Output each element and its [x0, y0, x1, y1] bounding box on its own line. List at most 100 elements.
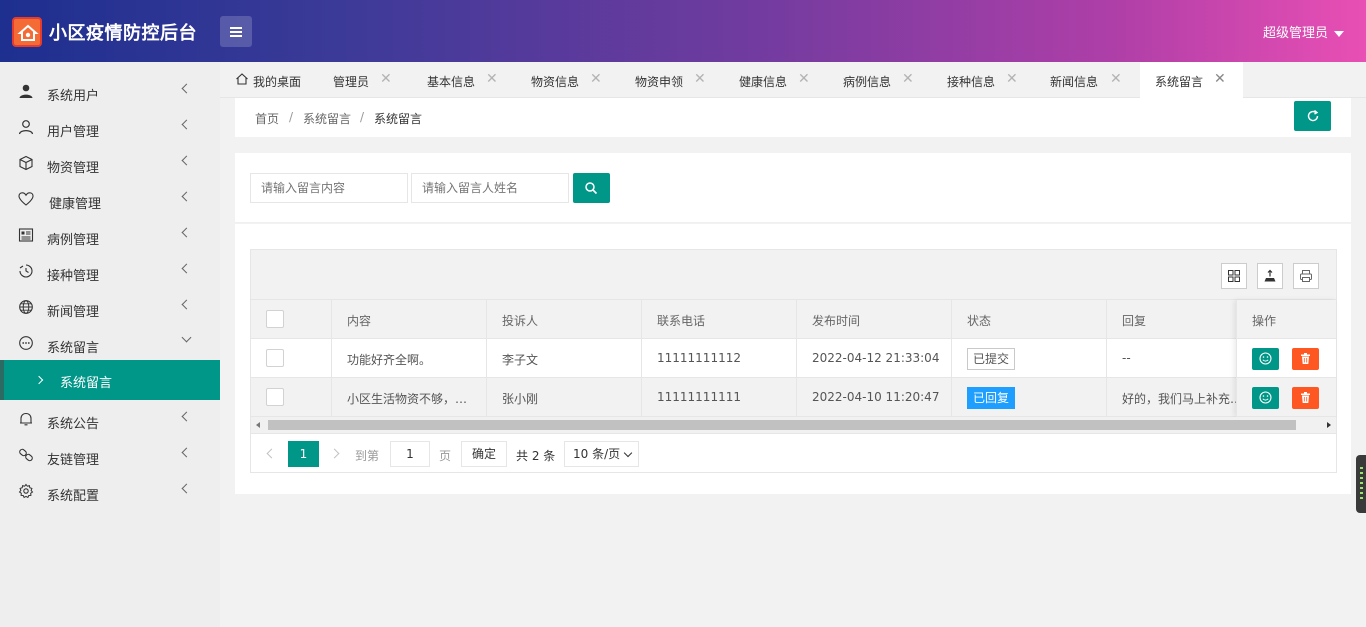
header-label: 操作 [1252, 314, 1277, 328]
print-button[interactable] [1293, 263, 1319, 289]
next-page-icon[interactable] [329, 448, 340, 459]
column-filter-button[interactable] [1221, 263, 1247, 289]
sidebar-item-vaccination[interactable]: 接种管理 [0, 252, 220, 288]
reply-button[interactable] [1252, 387, 1279, 409]
tab-basic-info[interactable]: 基本信息 ✕ [412, 62, 516, 98]
tab-messages[interactable]: 系统留言 ✕ [1140, 62, 1243, 98]
sidebar-item-cases[interactable]: 病例管理 [0, 216, 220, 252]
select-all-checkbox[interactable] [266, 310, 284, 328]
header-cell: 投诉人 [487, 300, 642, 339]
smile-icon [1259, 391, 1272, 404]
operation-cell [1236, 339, 1336, 378]
cell-text: 小区生活物资不够，… [347, 392, 468, 406]
reply-cell: -- [1107, 339, 1236, 378]
sidebar-item-announcements[interactable]: 系统公告 [0, 400, 220, 436]
close-icon[interactable]: ✕ [1006, 72, 1018, 86]
reply-button[interactable] [1252, 348, 1279, 370]
search-button[interactable] [573, 173, 610, 203]
side-widget[interactable] [1356, 455, 1366, 513]
tab-admin[interactable]: 管理员 ✕ [318, 62, 422, 98]
close-icon[interactable]: ✕ [486, 72, 498, 86]
prev-page-icon[interactable] [266, 448, 277, 459]
columns-icon [1228, 270, 1240, 282]
sidebar-item-links[interactable]: 友链管理 [0, 436, 220, 472]
page-number-input[interactable]: 1 [390, 441, 430, 467]
page-size-select[interactable]: 10 条/页 [564, 441, 639, 467]
confirm-page-button[interactable]: 确定 [461, 441, 507, 467]
sidebar-item-messages[interactable]: 系统留言 [0, 324, 220, 360]
delete-button[interactable] [1292, 348, 1319, 370]
breadcrumb-section[interactable]: 系统留言 [303, 110, 351, 127]
header-cell: 内容 [332, 300, 487, 339]
content-cell: 功能好齐全啊。 [332, 339, 487, 378]
cell-text: 2022-04-10 11:20:47 [812, 390, 940, 404]
tab-label: 基本信息 [427, 75, 476, 89]
header-label: 回复 [1122, 314, 1147, 328]
house-logo-icon [12, 17, 42, 47]
tab-bar: 我的桌面 管理员 ✕ 基本信息 ✕ 物资信息 ✕ 物资申领 ✕ 健康信息 ✕ 病… [220, 62, 1366, 98]
breadcrumb-home[interactable]: 首页 [255, 110, 279, 127]
sidebar-item-system-users[interactable]: 系统用户 [0, 72, 220, 108]
export-button[interactable] [1257, 263, 1283, 289]
sidebar-item-label: 用户管理 [47, 125, 100, 140]
tab-health-info[interactable]: 健康信息 ✕ [724, 62, 828, 98]
app-title: 小区疫情防控后台 [49, 23, 197, 44]
goto-label: 到第 [355, 449, 380, 463]
chevron-left-icon [181, 411, 192, 422]
chevron-left-icon [181, 263, 192, 274]
header-label: 状态 [967, 314, 992, 328]
content-cell: 小区生活物资不够，… [332, 378, 487, 417]
close-icon[interactable]: ✕ [902, 72, 914, 86]
horizontal-scrollbar[interactable] [251, 417, 1336, 433]
tab-material-apply[interactable]: 物资申领 ✕ [620, 62, 724, 98]
status-badge: 已回复 [967, 387, 1016, 409]
chevron-left-icon [181, 483, 192, 494]
sidebar-subitem-messages[interactable]: 系统留言 [0, 360, 220, 400]
chevron-left-icon [181, 447, 192, 458]
cell-text: 张小刚 [502, 392, 539, 406]
tab-news-info[interactable]: 新闻信息 ✕ [1036, 62, 1140, 98]
trash-icon [1301, 392, 1310, 403]
close-icon[interactable]: ✕ [1214, 72, 1226, 86]
user-menu[interactable]: 超级管理员 [1263, 22, 1344, 41]
complainant-cell: 张小刚 [487, 378, 642, 417]
close-icon[interactable]: ✕ [798, 72, 810, 86]
sidebar-item-label: 接种管理 [47, 269, 100, 284]
table-card: 内容 投诉人 联系电话 发布时间 状态 回复 功能好齐全啊。 李子文 11111… [235, 224, 1351, 494]
scroll-right-icon[interactable] [1327, 422, 1331, 428]
name-search-input[interactable] [411, 173, 569, 203]
row-checkbox[interactable] [266, 388, 284, 406]
phone-cell: 11111111111 [642, 378, 797, 417]
scroll-left-icon[interactable] [256, 422, 260, 428]
close-icon[interactable]: ✕ [694, 72, 706, 86]
chevron-left-icon [181, 299, 192, 310]
header-label: 投诉人 [502, 314, 539, 328]
refresh-button[interactable] [1294, 101, 1331, 131]
scrollbar-thumb[interactable] [268, 420, 1296, 430]
sidebar-item-settings[interactable]: 系统配置 [0, 472, 220, 508]
row-checkbox[interactable] [266, 349, 284, 367]
tab-material-info[interactable]: 物资信息 ✕ [516, 62, 620, 98]
sidebar-item-label: 系统公告 [47, 417, 100, 432]
tab-case-info[interactable]: 病例信息 ✕ [828, 62, 932, 98]
chevron-down-icon [623, 448, 633, 458]
page-unit-label: 页 [439, 449, 452, 463]
menu-toggle-button[interactable] [220, 16, 252, 47]
current-page[interactable]: 1 [288, 441, 319, 467]
sidebar-item-user-manage[interactable]: 用户管理 [0, 108, 220, 144]
chevron-down-icon [181, 332, 192, 343]
cell-text: 2022-04-12 21:33:04 [812, 351, 940, 365]
close-icon[interactable]: ✕ [1110, 72, 1122, 86]
delete-button[interactable] [1292, 387, 1319, 409]
sidebar-item-news[interactable]: 新闻管理 [0, 288, 220, 324]
sidebar-item-label: 系统用户 [47, 89, 100, 104]
tab-vaccine-info[interactable]: 接种信息 ✕ [932, 62, 1036, 98]
content-search-input[interactable] [250, 173, 408, 203]
close-icon[interactable]: ✕ [590, 72, 602, 86]
sidebar-item-health[interactable]: 健康管理 [0, 180, 220, 216]
tab-home[interactable]: 我的桌面 [220, 62, 318, 98]
header-cell: 回复 [1107, 300, 1236, 339]
close-icon[interactable]: ✕ [380, 72, 392, 86]
sidebar-item-label: 系统留言 [47, 341, 100, 356]
sidebar-item-materials[interactable]: 物资管理 [0, 144, 220, 180]
